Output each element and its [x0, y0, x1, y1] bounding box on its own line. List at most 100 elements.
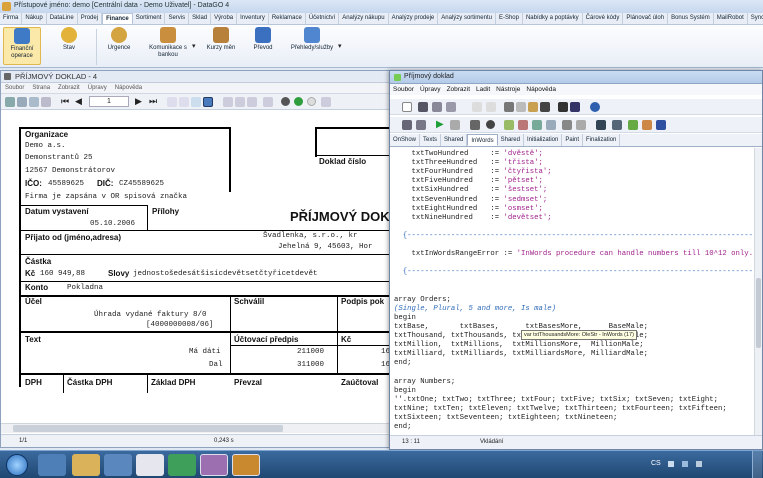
- preview-menu-item[interactable]: Úpravy: [84, 83, 111, 93]
- help-icon[interactable]: [590, 102, 600, 112]
- urgence-button[interactable]: Urgence: [104, 27, 134, 52]
- editor-menu-item[interactable]: Ladit: [473, 84, 493, 95]
- scroll-thumb[interactable]: [756, 278, 761, 348]
- language-indicator[interactable]: CS: [651, 460, 661, 467]
- tray-arrow-icon[interactable]: [668, 461, 674, 467]
- page-icon[interactable]: [223, 97, 233, 107]
- section-tab[interactable]: InWords: [467, 134, 498, 146]
- module-tab[interactable]: DataLine: [47, 13, 78, 24]
- module-tab[interactable]: Finance: [102, 13, 133, 24]
- fit-icon[interactable]: [263, 97, 273, 107]
- white-circle-icon[interactable]: [307, 97, 316, 106]
- tool-b-icon[interactable]: [612, 120, 622, 130]
- green-circle-icon[interactable]: [294, 97, 303, 106]
- cut-icon[interactable]: [504, 102, 514, 112]
- prevod-button[interactable]: Převod: [248, 27, 278, 52]
- tray-network-icon[interactable]: [682, 461, 688, 467]
- section-tab[interactable]: OnShow: [390, 134, 421, 146]
- module-tab[interactable]: Sortiment: [133, 13, 166, 24]
- komunikace-button[interactable]: Komunikace s bankou: [144, 27, 192, 59]
- code-editor[interactable]: txtTwoHundred := 'dvěstě'; txtThreeHundr…: [390, 148, 754, 435]
- module-tab[interactable]: Firma: [0, 13, 23, 24]
- module-tab[interactable]: Účetnictví: [306, 13, 340, 24]
- financni-operace-button[interactable]: Finanční operace: [3, 27, 41, 65]
- check-icon[interactable]: [416, 120, 426, 130]
- stav-button[interactable]: Stav: [56, 27, 82, 52]
- section-tab[interactable]: Shared: [498, 134, 524, 146]
- editor-app-icon[interactable]: [232, 454, 260, 476]
- horizontal-scrollbar[interactable]: [1, 423, 391, 433]
- section-tab[interactable]: Paint: [562, 134, 584, 146]
- module-tab[interactable]: Sklad: [189, 13, 212, 24]
- zoom-page-icon[interactable]: [179, 97, 189, 107]
- evaluate-icon[interactable]: [576, 120, 586, 130]
- prev-page-icon[interactable]: ◀: [75, 96, 82, 107]
- app7-icon[interactable]: [104, 454, 132, 476]
- multi-pages-icon[interactable]: [247, 97, 257, 107]
- section-tab[interactable]: Finalization: [583, 134, 621, 146]
- first-page-icon[interactable]: ⏮: [61, 96, 69, 107]
- export-icon[interactable]: [29, 97, 39, 107]
- page-number-input[interactable]: 1: [89, 96, 129, 107]
- editor-menu-item[interactable]: Zobrazit: [444, 84, 473, 95]
- module-tab[interactable]: Nákup: [22, 13, 47, 24]
- module-tab[interactable]: Analýzy sortimentu: [438, 13, 496, 24]
- next-page-icon[interactable]: ▶: [135, 96, 142, 107]
- preview-menu-item[interactable]: Soubor: [1, 83, 28, 93]
- explorer-icon[interactable]: [72, 454, 100, 476]
- module-tab[interactable]: Čárové kódy: [583, 13, 624, 24]
- redo-icon[interactable]: [486, 102, 496, 112]
- save-icon[interactable]: [418, 102, 428, 112]
- breakpoint-icon[interactable]: [546, 120, 556, 130]
- preview-menu-item[interactable]: Zobrazit: [54, 83, 84, 93]
- grid-icon[interactable]: [321, 97, 331, 107]
- dropdown-arrow-icon[interactable]: ▾: [338, 42, 342, 50]
- tool-a-icon[interactable]: [596, 120, 606, 130]
- tray-volume-icon[interactable]: [696, 461, 702, 467]
- step-icon[interactable]: [450, 120, 460, 130]
- replace-icon[interactable]: [570, 102, 580, 112]
- print-icon[interactable]: [432, 102, 442, 112]
- preview-menu-item[interactable]: Nápověda: [111, 83, 146, 93]
- app-window-icon[interactable]: [136, 454, 164, 476]
- paste-icon[interactable]: [528, 102, 538, 112]
- tool-d-icon[interactable]: [642, 120, 652, 130]
- zoom-width-icon[interactable]: [167, 97, 177, 107]
- preview-menu-item[interactable]: Strana: [28, 83, 54, 93]
- show-desktop-button[interactable]: [752, 451, 762, 478]
- section-tab[interactable]: Texts: [420, 134, 442, 146]
- find-icon[interactable]: [558, 102, 568, 112]
- setup-icon[interactable]: [41, 97, 51, 107]
- editor-menu-item[interactable]: Úpravy: [417, 84, 444, 95]
- watch-icon[interactable]: [562, 120, 572, 130]
- network-icon[interactable]: [168, 454, 196, 476]
- undo-icon[interactable]: [472, 102, 482, 112]
- editor-menu-item[interactable]: Nápověda: [523, 84, 559, 95]
- run-icon[interactable]: ▶: [436, 119, 444, 130]
- new-file-icon[interactable]: [402, 102, 412, 112]
- step-over-icon[interactable]: [518, 120, 528, 130]
- module-tab[interactable]: Inventury: [237, 13, 269, 24]
- module-tab[interactable]: MailRobot: [714, 13, 748, 24]
- kurzy-button[interactable]: Kurzy měn: [204, 27, 238, 52]
- stop-icon[interactable]: [486, 120, 495, 129]
- module-tab[interactable]: Výroba: [211, 13, 238, 24]
- section-tab[interactable]: Initialization: [524, 134, 563, 146]
- last-page-icon[interactable]: ⏭: [149, 96, 157, 107]
- prehledy-button[interactable]: Přehledy/služby: [288, 27, 336, 52]
- editor-menu-item[interactable]: Soubor: [390, 84, 417, 95]
- module-tab[interactable]: Analýzy nákupu: [339, 13, 389, 24]
- delete-icon[interactable]: [540, 102, 550, 112]
- tool-c-icon[interactable]: [628, 120, 638, 130]
- zoom-out-icon[interactable]: [203, 97, 213, 107]
- preview-icon[interactable]: [446, 102, 456, 112]
- dropdown-arrow-icon[interactable]: ▾: [192, 42, 196, 50]
- module-tab[interactable]: Analýzy prodeje: [389, 13, 439, 24]
- compile-icon[interactable]: [402, 120, 412, 130]
- pause-icon[interactable]: [470, 120, 480, 130]
- module-tab[interactable]: Plánovač úloh: [623, 13, 669, 24]
- module-tab[interactable]: E-Shop: [496, 13, 523, 24]
- module-tab[interactable]: Servis: [165, 13, 190, 24]
- record-icon[interactable]: [281, 97, 290, 106]
- module-tab[interactable]: Nabídky a poptávky: [523, 13, 583, 24]
